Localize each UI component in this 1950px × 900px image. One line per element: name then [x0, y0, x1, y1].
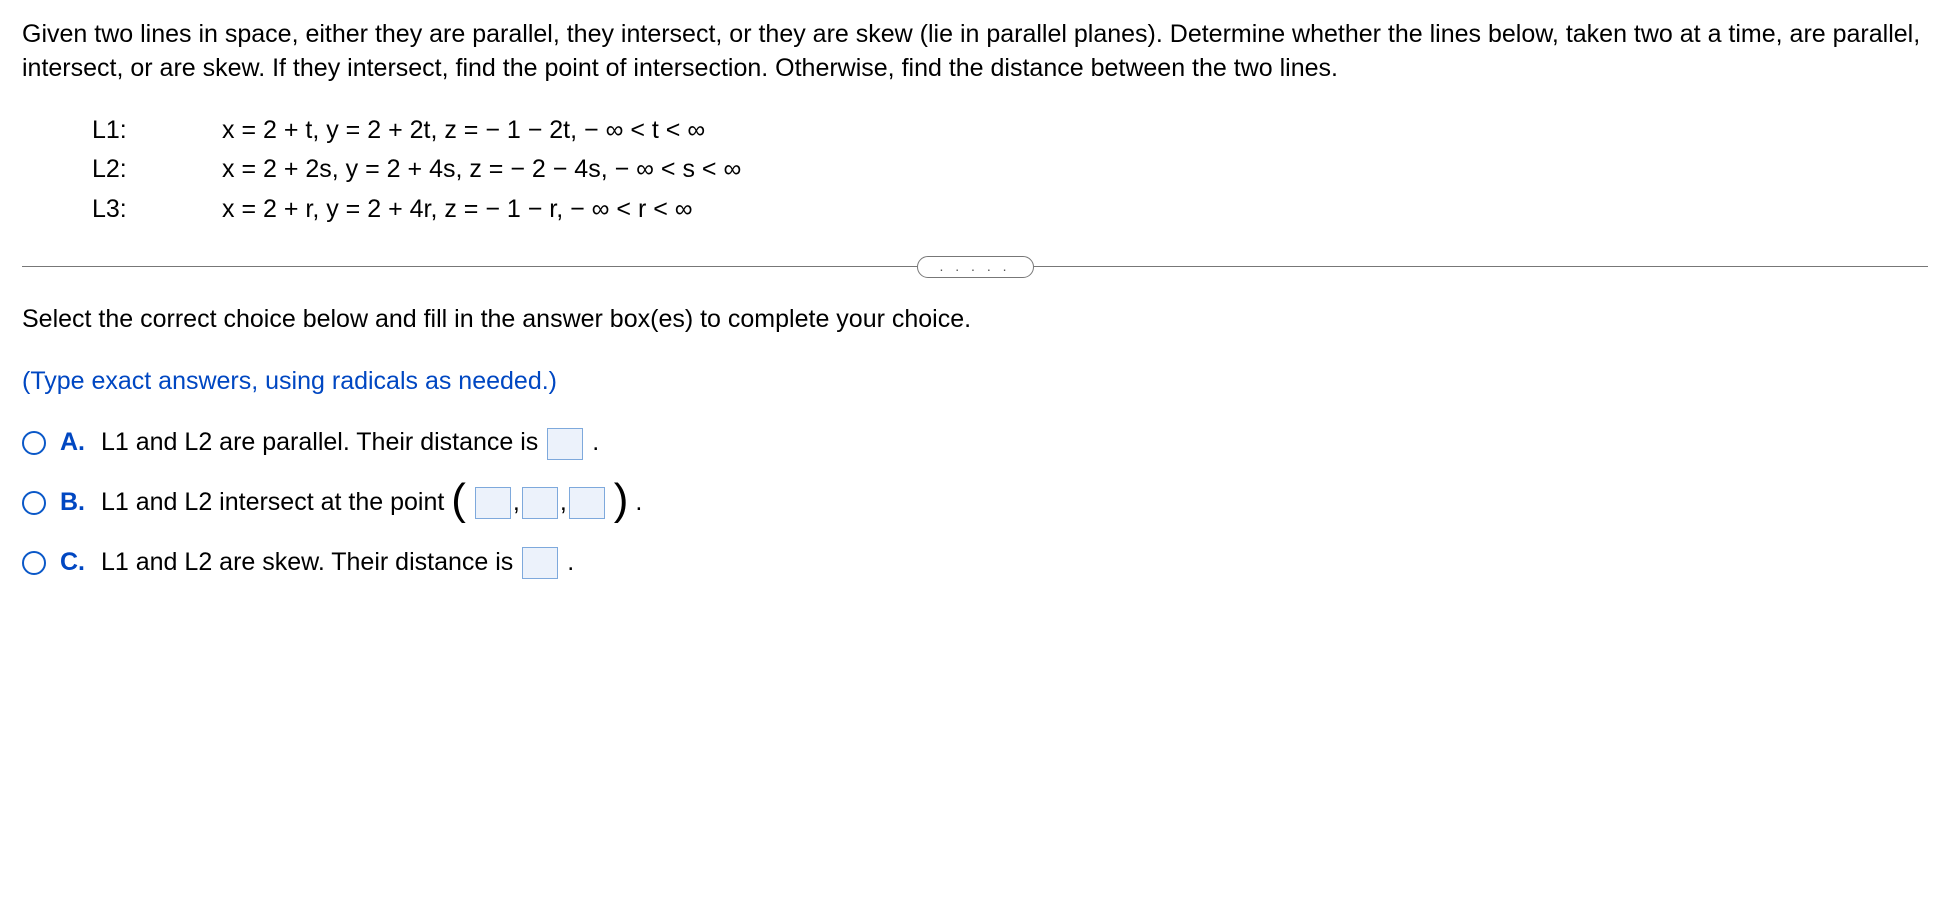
radio-B[interactable]: [22, 491, 46, 515]
expand-collapse-button[interactable]: . . . . .: [917, 256, 1034, 278]
divider-rule: [1034, 266, 1929, 267]
line-equation: x = 2 + 2s, y = 2 + 4s, z = − 2 − 4s, − …: [222, 153, 741, 187]
lines-definition: L1: x = 2 + t, y = 2 + 2t, z = − 1 − 2t,…: [22, 114, 1928, 227]
dots-icon: . . . . .: [940, 257, 1011, 276]
choice-text: L1 and L2 are skew. Their distance is .: [101, 546, 574, 580]
choice-text: L1 and L2 are parallel. Their distance i…: [101, 426, 599, 460]
open-paren-icon: (: [451, 475, 466, 524]
line-label: L2:: [92, 153, 222, 187]
choice-A[interactable]: A. L1 and L2 are parallel. Their distanc…: [22, 426, 1928, 460]
choice-B[interactable]: B. L1 and L2 intersect at the point ( ,,…: [22, 486, 1928, 520]
line-equation: x = 2 + t, y = 2 + 2t, z = − 1 − 2t, − ∞…: [222, 114, 705, 148]
line-equation: x = 2 + r, y = 2 + 4r, z = − 1 − r, − ∞ …: [222, 193, 693, 227]
choice-text-post: .: [635, 488, 642, 516]
section-divider: . . . . .: [22, 247, 1928, 287]
answer-input-C[interactable]: [522, 547, 558, 579]
answer-input-B-y[interactable]: [522, 487, 558, 519]
radio-A[interactable]: [22, 431, 46, 455]
line-L2: L2: x = 2 + 2s, y = 2 + 4s, z = − 2 − 4s…: [92, 153, 1928, 187]
choice-label: A.: [60, 426, 85, 460]
close-paren-icon: ): [614, 475, 629, 524]
choice-text-post: .: [567, 548, 574, 576]
choice-C[interactable]: C. L1 and L2 are skew. Their distance is…: [22, 546, 1928, 580]
problem-statement: Given two lines in space, either they ar…: [22, 18, 1928, 86]
choice-label: C.: [60, 546, 85, 580]
choice-text-pre: L1 and L2 intersect at the point: [101, 488, 451, 516]
choice-text-pre: L1 and L2 are parallel. Their distance i…: [101, 428, 545, 456]
choice-text: L1 and L2 intersect at the point ( ,, ) …: [101, 486, 642, 520]
line-L1: L1: x = 2 + t, y = 2 + 2t, z = − 1 − 2t,…: [92, 114, 1928, 148]
radio-C[interactable]: [22, 551, 46, 575]
answer-input-A[interactable]: [547, 428, 583, 460]
line-label: L3:: [92, 193, 222, 227]
line-label: L1:: [92, 114, 222, 148]
divider-rule: [22, 266, 917, 267]
answer-input-B-z[interactable]: [569, 487, 605, 519]
line-L3: L3: x = 2 + r, y = 2 + 4r, z = − 1 − r, …: [92, 193, 1928, 227]
select-instruction: Select the correct choice below and fill…: [22, 303, 1928, 337]
format-instruction: (Type exact answers, using radicals as n…: [22, 365, 1928, 399]
choice-text-pre: L1 and L2 are skew. Their distance is: [101, 548, 520, 576]
choice-label: B.: [60, 486, 85, 520]
answer-input-B-x[interactable]: [475, 487, 511, 519]
choice-text-post: .: [592, 428, 599, 456]
